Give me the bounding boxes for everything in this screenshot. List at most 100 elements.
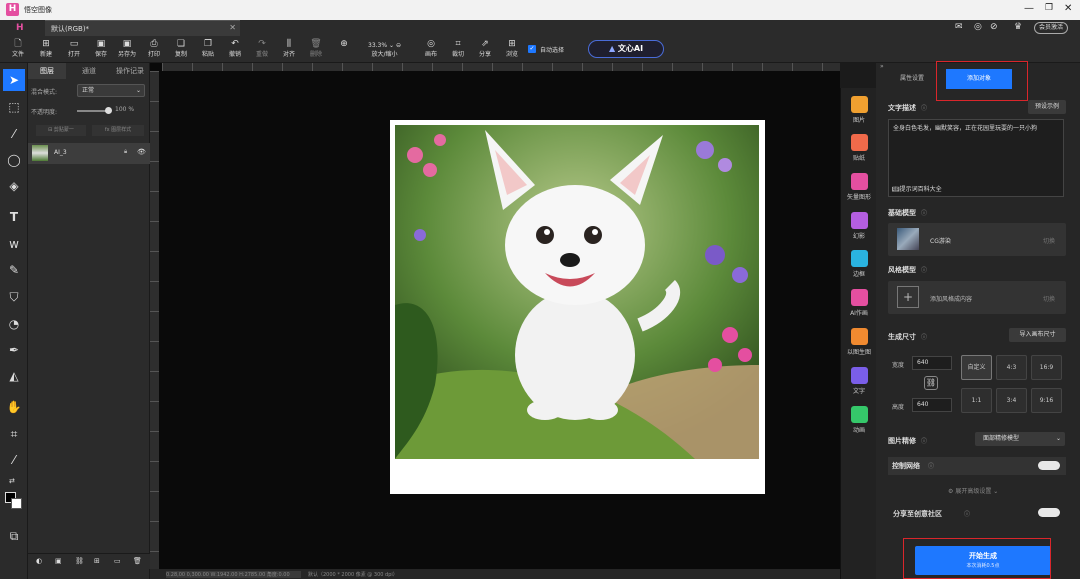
ratio-1-1[interactable]: 1:1 — [961, 388, 992, 413]
minimize-icon[interactable]: — — [1024, 3, 1034, 14]
ratio-4-3[interactable]: 4:3 — [996, 355, 1027, 380]
member-activate-button[interactable]: 会员激活 — [1034, 22, 1068, 34]
blend-mode-select[interactable]: 正常 ⌄ — [77, 84, 145, 97]
style-model-info-icon[interactable]: ⓘ — [921, 265, 927, 274]
save-as-button[interactable]: ▣ 另存为 — [115, 39, 139, 61]
share-community-info-icon[interactable]: ⓘ — [964, 509, 970, 518]
magic-wand-icon[interactable]: ⁄ — [3, 123, 25, 145]
phantom-item[interactable]: 幻影 — [843, 212, 875, 240]
link-ratio-icon[interactable]: ⛓ — [924, 376, 938, 390]
adjust-layer-icon[interactable]: ◐ — [36, 557, 42, 565]
text-desc-info-icon[interactable]: ⓘ — [921, 103, 927, 112]
text-item[interactable]: 文字 — [843, 367, 875, 395]
share-community-toggle[interactable] — [1038, 508, 1060, 517]
crown-icon[interactable]: ♛ — [1014, 22, 1022, 32]
mail-icon[interactable]: ✉ — [955, 22, 963, 32]
brush-tool-icon[interactable]: ᴡ — [3, 233, 25, 255]
image-to-image-item[interactable]: 以图生图 — [843, 328, 875, 356]
control-net-toggle[interactable] — [1038, 461, 1060, 470]
compass-icon[interactable]: ⊘ — [990, 22, 998, 32]
prompt-tips-link[interactable]: 📖︎提示词百科大全 — [892, 185, 942, 194]
pen-tool-icon[interactable]: ✒ — [3, 339, 25, 361]
layer-row[interactable]: AI_3 🔒︎ 👁︎ — [28, 143, 150, 164]
style-model-switch[interactable]: 切换 — [1043, 294, 1055, 303]
share-button[interactable]: ⇗ 分享 — [473, 39, 497, 61]
layer-style-button[interactable]: fx 图层样式 — [92, 125, 144, 136]
trash-icon[interactable]: 🗑 — [133, 557, 142, 565]
tab-history[interactable]: 操作记录 — [110, 63, 150, 79]
marquee-tool-icon[interactable]: ⬚ — [3, 96, 25, 118]
mask-layer-icon[interactable]: ▣ — [55, 557, 62, 565]
preset-example-button[interactable]: 预设示例 — [1028, 100, 1066, 114]
expand-panel-icon[interactable]: » — [880, 63, 884, 70]
browse-button[interactable]: ⊞ 浏览 — [500, 39, 524, 61]
opacity-value[interactable]: 100 % — [115, 106, 134, 113]
lock-icon[interactable]: 🔒︎ — [124, 148, 127, 156]
stamp-tool-icon[interactable]: ⛉ — [3, 286, 25, 308]
save-button[interactable]: ▣ 保存 — [89, 39, 113, 61]
width-input[interactable]: 640 — [912, 356, 952, 370]
eyedropper-icon[interactable]: ⁄ — [3, 449, 25, 471]
close-icon[interactable]: ✕ — [1064, 3, 1072, 14]
background-color-swatch[interactable] — [11, 498, 22, 509]
ratio-3-4[interactable]: 3:4 — [996, 388, 1027, 413]
folder-icon[interactable]: ▭ — [114, 557, 121, 565]
crop-tool-icon[interactable]: ⌗ — [3, 423, 25, 445]
prompt-textarea[interactable]: 全身白色毛发，幽默笑容，正在花园里玩耍的一只小狗 📖︎提示词百科大全 — [888, 119, 1064, 197]
hand-tool-icon[interactable]: ✋ — [3, 396, 25, 418]
redo-button[interactable]: ↷ 重做 — [250, 39, 274, 61]
move-tool-icon[interactable]: ➤ — [3, 69, 25, 91]
opacity-slider-handle[interactable] — [105, 107, 112, 114]
crop-button[interactable]: ⌗ 裁切 — [446, 39, 470, 61]
base-model-info-icon[interactable]: ⓘ — [921, 208, 927, 217]
refine-model-select[interactable]: 面部精修模型 ⌄ — [975, 432, 1065, 446]
wenxin-ai-button[interactable]: ▲ 文心AI — [588, 40, 664, 58]
ratio-custom[interactable]: 自定义 — [961, 355, 992, 380]
new-button[interactable]: ⊞ 新建 — [34, 39, 58, 61]
pencil-tool-icon[interactable]: ✎ — [3, 259, 25, 281]
tab-properties[interactable]: 属性设置 — [886, 71, 938, 86]
base-model-switch[interactable]: 切换 — [1043, 236, 1055, 245]
auto-select-checkbox[interactable]: ✓ — [528, 45, 536, 53]
undo-button[interactable]: ↶ 撤销 — [223, 39, 247, 61]
base-model-card[interactable]: CG游染 切换 — [888, 223, 1066, 256]
ratio-16-9[interactable]: 16:9 — [1031, 355, 1062, 380]
canvas-button[interactable]: ◎ 画布 — [419, 39, 443, 61]
copy-button[interactable]: ❏ 复制 — [169, 39, 193, 61]
close-tab-icon[interactable]: ✕ — [229, 23, 236, 32]
new-layer-icon[interactable]: ⊞ — [94, 557, 100, 565]
zoom-control[interactable]: 33.3% ⌄ ⊖ 放大/缩小 — [357, 42, 412, 58]
sticker-item[interactable]: 贴纸 — [843, 134, 875, 162]
ai-painting-item[interactable]: AI作画 — [843, 289, 875, 317]
paste-button[interactable]: ❐ 粘贴 — [196, 39, 220, 61]
border-item[interactable]: 边框 — [843, 250, 875, 278]
open-button[interactable]: ▭ 打开 — [62, 39, 86, 61]
swap-colors-icon[interactable]: ⇄ — [9, 477, 15, 485]
ratio-9-16[interactable]: 9:16 — [1031, 388, 1062, 413]
height-input[interactable]: 640 — [912, 398, 952, 412]
heal-tool-icon[interactable]: ◔ — [3, 313, 25, 335]
delete-button[interactable]: 🗑 删除 — [304, 39, 328, 61]
import-canvas-size-button[interactable]: 导入画布尺寸 — [1009, 328, 1066, 342]
control-net-info-icon[interactable]: ⓘ — [928, 461, 934, 470]
tab-channels[interactable]: 通道 — [70, 63, 108, 79]
style-model-card[interactable]: + 添加风格成内容 切换 — [888, 281, 1066, 314]
print-button[interactable]: ⎙ 打印 — [142, 39, 166, 61]
tab-layers[interactable]: 图层 — [28, 63, 66, 79]
dog-image[interactable] — [395, 125, 759, 459]
vector-shape-item[interactable]: 矢量图形 — [843, 173, 875, 201]
picture-item[interactable]: 图片 — [843, 96, 875, 124]
link-layer-icon[interactable]: ⛓ — [75, 557, 84, 565]
file-button[interactable]: 🗋 文件 — [6, 39, 30, 61]
clipping-mask-button[interactable]: ⊟ 剪贴蒙一 — [36, 125, 86, 136]
refine-info-icon[interactable]: ⓘ — [921, 436, 927, 445]
animation-item[interactable]: 动画 — [843, 406, 875, 434]
zoom-in-icon[interactable]: ⊕ — [332, 39, 356, 61]
restore-icon[interactable]: ❐ — [1045, 3, 1053, 13]
shape-tool-icon[interactable]: ◭ — [3, 365, 25, 387]
layers-stack-icon[interactable]: ⧉ — [3, 525, 25, 547]
document-tab[interactable]: 默认(RGB)* ✕ — [45, 20, 240, 36]
advanced-settings-link[interactable]: ⚙ 展开高级设置 ⌄ — [948, 486, 998, 495]
align-button[interactable]: ⫼ 对齐 — [277, 39, 301, 61]
text-tool-icon[interactable]: T — [3, 206, 25, 228]
